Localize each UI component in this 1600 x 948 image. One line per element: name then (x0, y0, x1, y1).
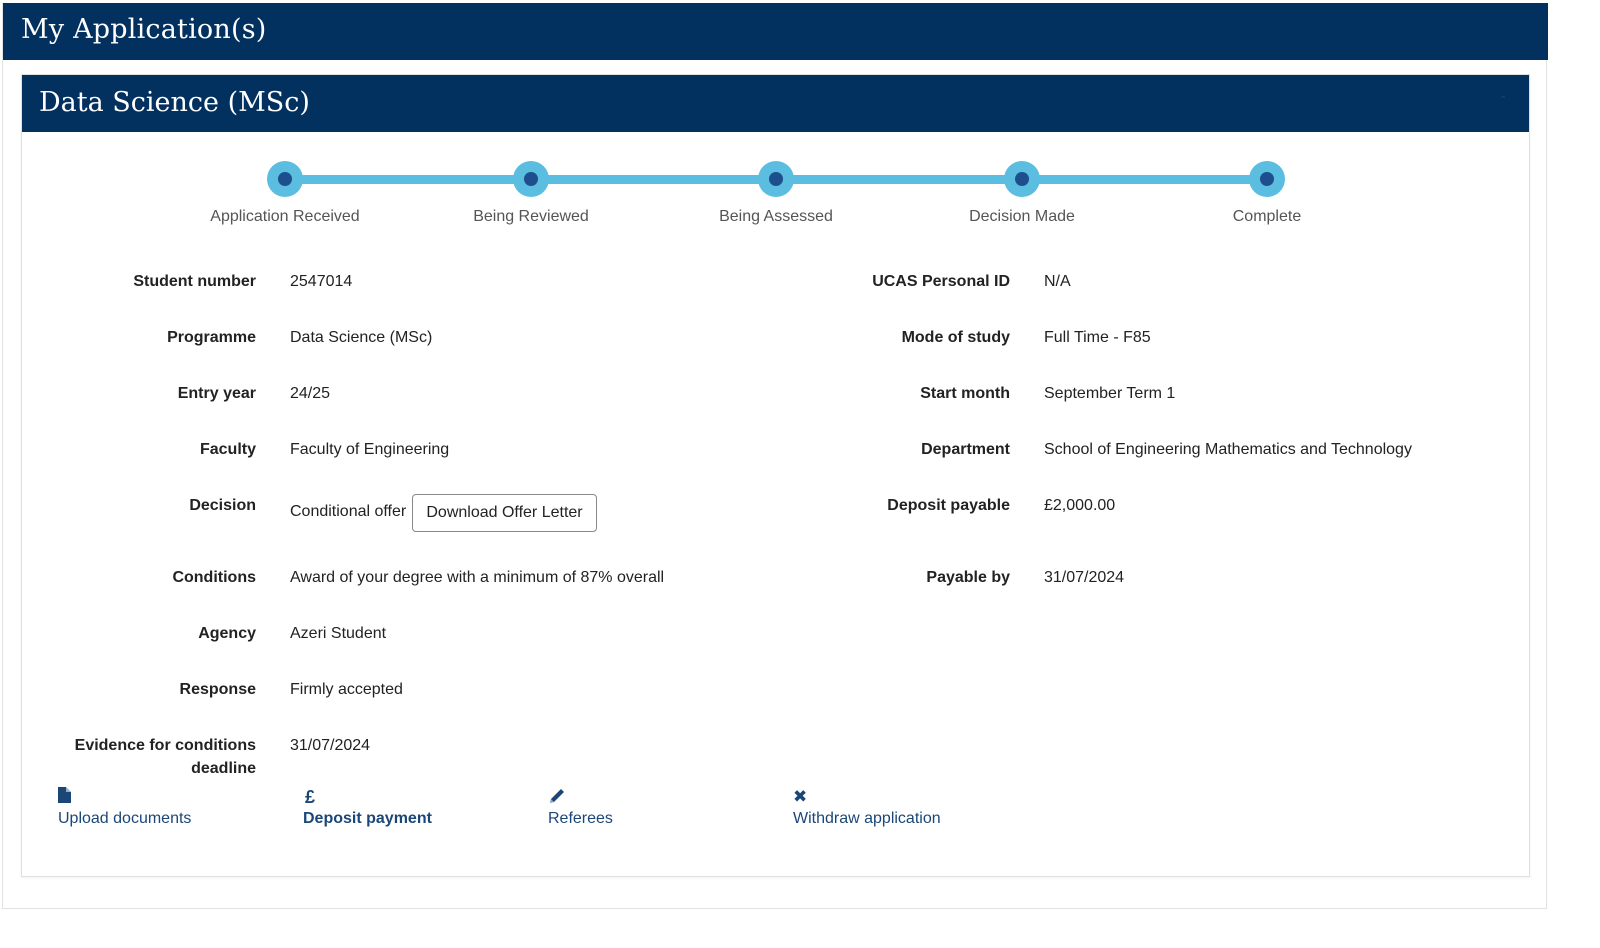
step-dot (267, 161, 303, 197)
withdraw-application-label: Withdraw application (793, 810, 941, 827)
step-dot (758, 161, 794, 197)
step-label: Being Assessed (719, 208, 833, 225)
pencil-icon (548, 787, 613, 807)
deposit-payment-link[interactable]: £ Deposit payment (303, 787, 432, 828)
agency-value: Azeri Student (290, 625, 387, 642)
upload-documents-label: Upload documents (58, 810, 192, 827)
page-title: My Application(s) (21, 14, 267, 45)
step-label: Decision Made (969, 208, 1075, 225)
upload-documents-link[interactable]: Upload documents (58, 787, 191, 828)
decision-label: Decision (189, 497, 256, 514)
step-complete: Complete (1167, 161, 1367, 226)
applications-container: My Application(s) Data Science (MSc) ⌃ A… (2, 3, 1548, 909)
referees-label: Referees (548, 810, 613, 827)
step-application-received: Application Received (185, 161, 385, 226)
step-label: Application Received (210, 208, 360, 225)
referees-link[interactable]: Referees (548, 787, 613, 828)
step-label: Being Reviewed (473, 208, 589, 225)
pound-icon: £ (305, 787, 316, 807)
response-value: Firmly accepted (290, 681, 403, 698)
conditions-value: Award of your degree with a minimum of 8… (290, 569, 665, 586)
step-dot (513, 161, 549, 197)
student-number-label: Student number (133, 273, 256, 290)
step-being-assessed: Being Assessed (676, 161, 876, 226)
entry-year-value: 24/25 (290, 385, 331, 402)
step-label: Complete (1232, 208, 1302, 225)
payable-by-label: Payable by (926, 569, 1010, 586)
page-header: My Application(s) (3, 3, 1548, 60)
close-icon: ✖ (793, 787, 808, 806)
evidence-deadline-value: 31/07/2024 (290, 737, 371, 754)
application-panel: Data Science (MSc) ⌃ Application Receive… (21, 74, 1530, 877)
application-panel-header[interactable]: Data Science (MSc) ⌃ (22, 75, 1529, 132)
mode-of-study-label: Mode of study (901, 329, 1010, 346)
application-title: Data Science (MSc) (39, 87, 310, 118)
step-dot (1249, 161, 1285, 197)
programme-label: Programme (167, 329, 256, 346)
faculty-value: Faculty of Engineering (290, 441, 450, 458)
evidence-deadline-label: Evidence for conditions deadline (74, 737, 256, 777)
decision-value: Conditional offer (290, 503, 407, 520)
download-offer-letter-button[interactable]: Download Offer Letter (412, 494, 597, 532)
programme-value: Data Science (MSc) (290, 329, 433, 346)
ucas-id-value: N/A (1044, 273, 1071, 290)
mode-of-study-value: Full Time - F85 (1044, 329, 1151, 346)
conditions-label: Conditions (172, 569, 256, 586)
chevron-up-icon[interactable]: ⌃ (1499, 96, 1507, 106)
department-label: Department (921, 441, 1010, 458)
student-number-value: 2547014 (290, 273, 353, 290)
withdraw-application-link[interactable]: ✖ Withdraw application (793, 787, 941, 828)
start-month-label: Start month (920, 385, 1010, 402)
step-being-reviewed: Being Reviewed (431, 161, 631, 226)
deposit-payment-label: Deposit payment (303, 810, 432, 827)
department-value: School of Engineering Mathematics and Te… (1044, 441, 1412, 458)
ucas-id-label: UCAS Personal ID (872, 273, 1010, 290)
entry-year-label: Entry year (177, 385, 256, 402)
faculty-label: Faculty (199, 441, 256, 458)
payable-by-value: 31/07/2024 (1044, 569, 1125, 586)
file-icon (58, 787, 191, 807)
deposit-payable-label: Deposit payable (887, 497, 1010, 514)
agency-label: Agency (198, 625, 256, 642)
step-dot (1004, 161, 1040, 197)
step-decision-made: Decision Made (922, 161, 1122, 226)
start-month-value: September Term 1 (1044, 385, 1176, 402)
response-label: Response (179, 681, 256, 698)
deposit-payable-value: £2,000.00 (1044, 497, 1116, 514)
